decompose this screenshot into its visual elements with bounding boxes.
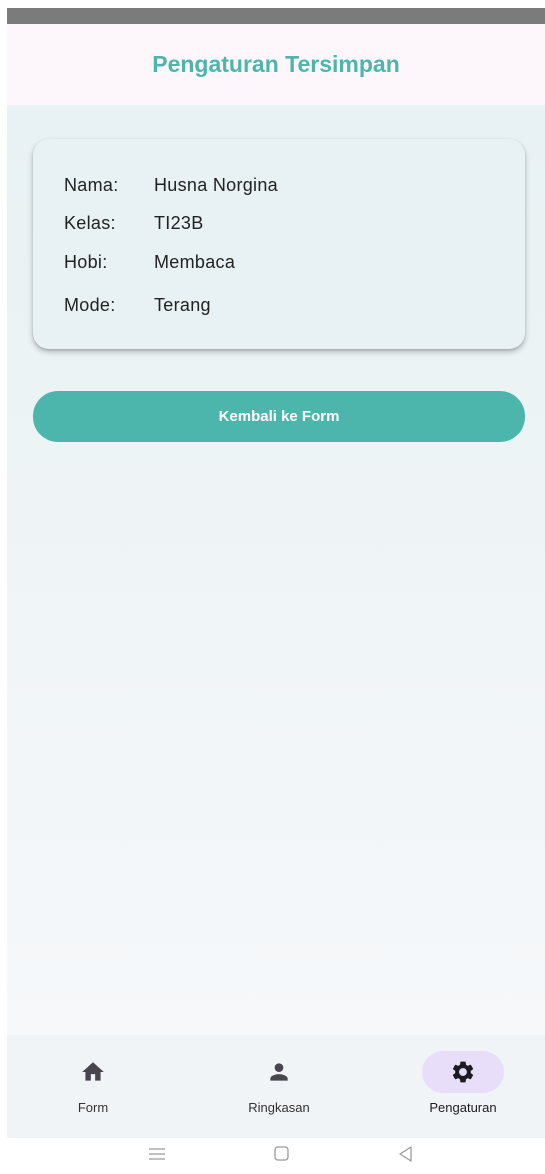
row-value: Husna Norgina [154,175,278,195]
page-title: Pengaturan Tersimpan [152,51,400,77]
nav-indicator [238,1051,320,1093]
status-bar [7,8,545,24]
nav-label: Pengaturan [429,1100,497,1115]
nav-item-pengaturan[interactable]: Pengaturan [377,1035,545,1138]
app-bar: Pengaturan Tersimpan [7,24,545,105]
row-label: Hobi: [64,252,108,272]
row-value: Membaca [154,252,236,272]
back-to-form-button[interactable]: Kembali ke Form [33,391,525,442]
menu-icon[interactable] [147,1144,167,1164]
home-button-icon[interactable] [272,1144,292,1164]
person-icon [270,1063,288,1081]
nav-label: Ringkasan [248,1100,310,1115]
settings-card: Nama: Husna Norgina Kelas: TI23B Hobi: M… [33,139,525,349]
gear-icon [452,1061,474,1083]
row-label: Mode: [64,295,116,315]
row-label: Nama: [64,175,119,195]
main-content: Nama: Husna Norgina Kelas: TI23B Hobi: M… [7,105,545,1035]
bottom-navigation: Form Ringkasan Pengaturan [7,1035,545,1138]
nav-item-form[interactable]: Form [7,1035,179,1138]
back-button-icon[interactable] [396,1144,416,1164]
row-value: TI23B [154,213,204,233]
nav-item-ringkasan[interactable]: Ringkasan [193,1035,365,1138]
system-navigation-bar [0,1138,545,1174]
home-icon [82,1062,104,1081]
nav-indicator-active [422,1051,504,1093]
nav-label: Form [77,1100,109,1115]
row-label: Kelas: [64,213,116,233]
row-value: Terang [154,295,211,315]
nav-indicator [52,1051,134,1093]
